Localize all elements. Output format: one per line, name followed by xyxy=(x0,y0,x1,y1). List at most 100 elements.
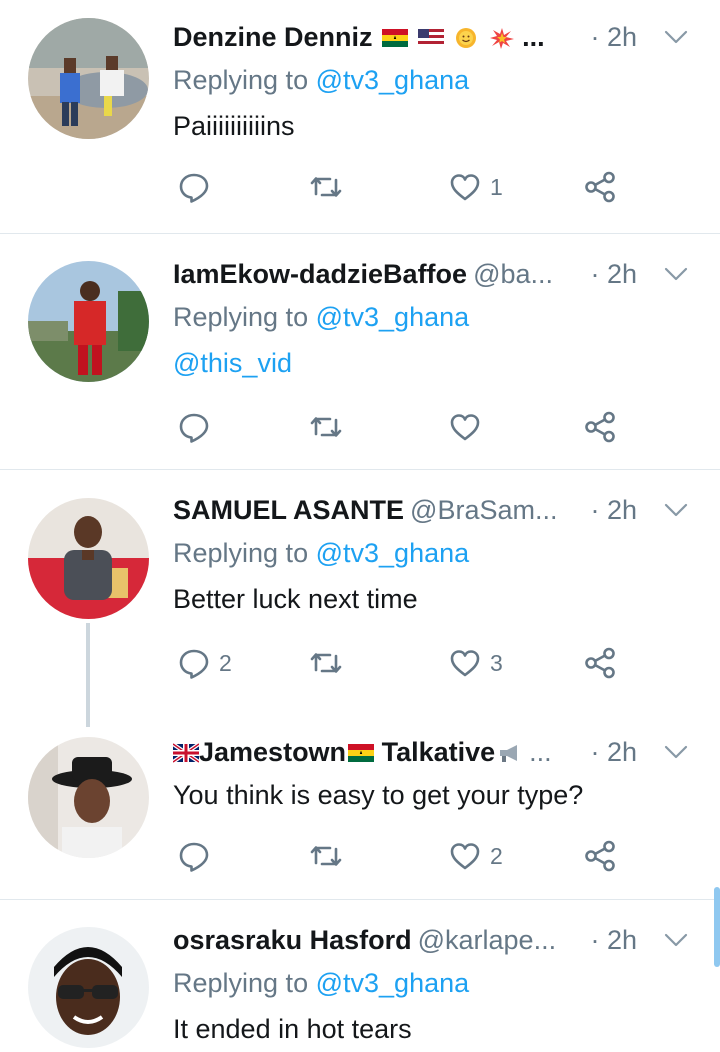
chevron-down-icon[interactable] xyxy=(663,26,689,48)
like-count: 1 xyxy=(490,173,503,200)
replying-to: Replying to @tv3_ghana xyxy=(173,530,693,576)
like-count: 3 xyxy=(490,649,503,676)
tweet-header: osrasraku Hasford @karlape... · 2h xyxy=(173,920,693,960)
display-name[interactable]: SAMUEL ASANTE xyxy=(173,495,404,525)
display-name[interactable]: IamEkow-dadzieBaffoe xyxy=(173,259,467,289)
sun-face-icon xyxy=(453,20,479,48)
retweet-icon xyxy=(310,177,342,197)
scrollbar[interactable] xyxy=(714,887,720,967)
user-handle[interactable]: @ba... xyxy=(473,259,553,289)
tweet-time[interactable]: · 2h xyxy=(590,490,637,530)
reply-button[interactable] xyxy=(177,167,219,207)
avatar[interactable] xyxy=(28,261,149,382)
like-button[interactable]: 2 xyxy=(448,836,503,876)
reply-icon xyxy=(179,842,209,872)
share-button[interactable] xyxy=(583,836,617,876)
retweet-button[interactable] xyxy=(309,167,351,207)
share-icon xyxy=(585,411,615,443)
name-ellipsis: ... xyxy=(522,22,545,52)
replying-to-handle[interactable]: @tv3_ghana xyxy=(316,968,470,998)
reply-icon xyxy=(179,173,209,203)
tweet-text: Better luck next time xyxy=(173,584,418,614)
replying-label: Replying to xyxy=(173,968,309,998)
tweet-header: IamEkow-dadzieBaffoe @ba... · 2h xyxy=(173,254,693,294)
like-button[interactable] xyxy=(448,407,490,447)
chevron-down-icon[interactable] xyxy=(663,499,689,521)
display-name-suffix[interactable]: Talkative xyxy=(382,737,496,767)
heart-icon xyxy=(450,174,480,201)
tweet-actions: 1 xyxy=(173,167,633,207)
replying-label: Replying to xyxy=(173,302,309,332)
retweet-icon xyxy=(310,417,342,437)
replying-label: Replying to xyxy=(173,538,309,568)
user-handle[interactable]: @BraSam... xyxy=(410,495,557,525)
share-button[interactable] xyxy=(583,643,617,683)
retweet-icon xyxy=(310,653,342,673)
replying-to-handle[interactable]: @tv3_ghana xyxy=(316,538,470,568)
tweet-time[interactable]: · 2h xyxy=(590,17,637,57)
tweet-item[interactable]: SAMUEL ASANTE @BraSam... · 2h Replying to… xyxy=(0,470,720,720)
reply-button[interactable] xyxy=(177,407,219,447)
reply-count: 2 xyxy=(219,649,232,676)
chevron-down-icon[interactable] xyxy=(663,741,689,763)
tweet-text[interactable]: @this_vid xyxy=(173,340,693,386)
avatar[interactable] xyxy=(28,498,149,619)
avatar[interactable] xyxy=(28,927,149,1048)
user-handle[interactable]: ... xyxy=(529,737,552,767)
tweet-item[interactable]: osrasraku Hasford @karlape... · 2h Replyi… xyxy=(0,900,720,1048)
megaphone-icon xyxy=(497,735,523,762)
retweet-button[interactable] xyxy=(309,407,351,447)
reply-icon xyxy=(179,413,209,443)
uk-flag-icon xyxy=(171,735,201,764)
tweet-time[interactable]: · 2h xyxy=(590,920,637,960)
tweet-actions: 2 xyxy=(173,836,633,876)
share-icon xyxy=(585,171,615,203)
ghana-flag-icon xyxy=(348,735,375,762)
retweet-button[interactable] xyxy=(309,643,351,683)
heart-icon xyxy=(450,650,480,677)
replying-to-handle[interactable]: @tv3_ghana xyxy=(316,65,470,95)
replying-to: Replying to @tv3_ghana xyxy=(173,57,693,103)
tweet-text: Paiiiiiiiiiins xyxy=(173,111,295,141)
tweet-item[interactable]: Denzine Denniz ... · 2h Replying to @tv3… xyxy=(0,0,720,234)
tweet-timeline: Denzine Denniz ... · 2h Replying to @tv3… xyxy=(0,0,720,1048)
user-handle[interactable]: @karlape... xyxy=(418,925,556,955)
reply-icon xyxy=(179,649,209,679)
tweet-text: You think is easy to get your type? xyxy=(173,780,584,810)
chevron-down-icon[interactable] xyxy=(663,263,689,285)
collision-icon xyxy=(489,20,515,49)
display-name[interactable]: Jamestown xyxy=(199,737,346,767)
tweet-text: It ended in hot tears xyxy=(173,1014,412,1044)
share-icon xyxy=(585,840,615,872)
tweet-header: SAMUEL ASANTE @BraSam... · 2h xyxy=(173,490,693,530)
like-button[interactable]: 1 xyxy=(448,167,503,207)
tweet-header: Denzine Denniz ... · 2h xyxy=(173,17,693,57)
tweet-actions: 2 3 xyxy=(173,643,633,683)
replying-label: Replying to xyxy=(173,65,309,95)
like-count: 2 xyxy=(490,842,503,869)
avatar[interactable] xyxy=(28,737,149,858)
reply-button[interactable] xyxy=(177,836,219,876)
display-name[interactable]: Denzine Denniz xyxy=(173,22,373,52)
tweet-item[interactable]: Jamestown Talkative ... · 2h You think i… xyxy=(0,720,720,900)
usa-flag-icon xyxy=(417,20,444,47)
reply-button[interactable]: 2 xyxy=(177,643,232,683)
tweet-time[interactable]: · 2h xyxy=(590,254,637,294)
retweet-icon xyxy=(310,846,342,866)
chevron-down-icon[interactable] xyxy=(663,929,689,951)
display-name[interactable]: osrasraku Hasford xyxy=(173,925,412,955)
ghana-flag-icon xyxy=(382,20,409,47)
replying-to: Replying to @tv3_ghana xyxy=(173,960,693,1006)
heart-icon xyxy=(450,843,480,870)
retweet-button[interactable] xyxy=(309,836,351,876)
share-button[interactable] xyxy=(583,407,617,447)
thread-connector xyxy=(86,623,90,727)
tweet-header: Jamestown Talkative ... · 2h xyxy=(171,732,693,772)
tweet-item[interactable]: IamEkow-dadzieBaffoe @ba... · 2h Replying… xyxy=(0,234,720,470)
share-icon xyxy=(585,647,615,679)
tweet-time[interactable]: · 2h xyxy=(590,732,637,772)
share-button[interactable] xyxy=(583,167,617,207)
avatar[interactable] xyxy=(28,18,149,139)
like-button[interactable]: 3 xyxy=(448,643,503,683)
replying-to-handle[interactable]: @tv3_ghana xyxy=(316,302,470,332)
